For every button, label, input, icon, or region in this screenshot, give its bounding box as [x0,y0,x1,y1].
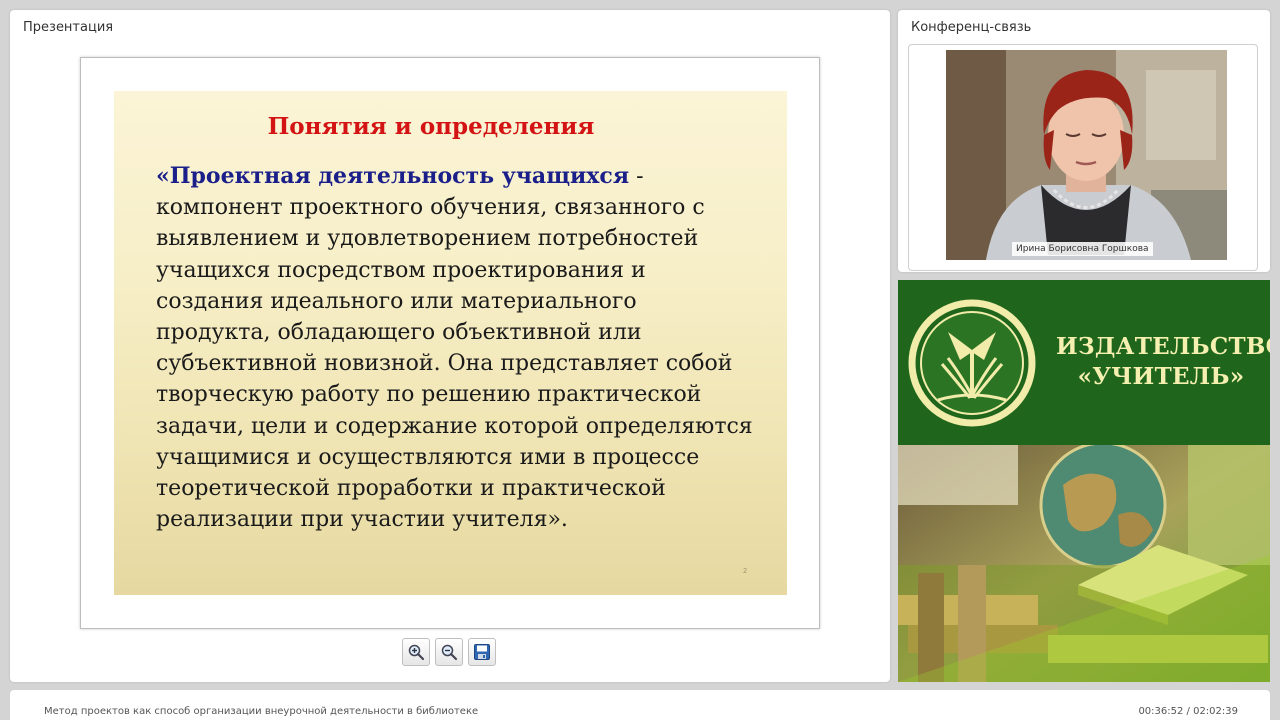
conference-panel: Конференц-связь Ирина Борисовна Горшкова [898,10,1270,272]
playback-time: 00:36:52 / 02:02:39 [1138,706,1238,717]
books-globe-image [898,441,1270,682]
slide-body: «Проектная деятельность учащихся - компо… [156,161,756,535]
webinar-title: Метод проектов как способ организации вн… [44,706,479,717]
video-container: Ирина Борисовна Горшкова [908,44,1258,271]
zoom-in-icon [408,644,425,661]
presentation-panel: Презентация Понятия и определения «Проек… [10,10,890,682]
publisher-banner-header: ИЗДАТЕЛЬСТВО «УЧИТЕЛЬ» [898,280,1270,445]
speaker-name-tag: Ирина Борисовна Горшкова [1012,242,1153,256]
publisher-logo-icon [908,299,1036,427]
slide-definition: - компонент проектного обучения, связанн… [156,164,753,533]
slide-frame: Понятия и определения «Проектная деятель… [80,57,820,629]
presentation-panel-title: Презентация [23,20,114,35]
publisher-name: ИЗДАТЕЛЬСТВО «УЧИТЕЛЬ» [1056,332,1270,392]
footer-bar: Метод проектов как способ организации вн… [10,690,1270,720]
zoom-out-button[interactable] [435,638,463,666]
conference-panel-title: Конференц-связь [911,20,1032,35]
zoom-in-button[interactable] [402,638,430,666]
save-button[interactable] [468,638,496,666]
publisher-name-line1: ИЗДАТЕЛЬСТВО [1056,333,1270,360]
books-globe-illustration [898,441,1270,682]
slide: Понятия и определения «Проектная деятель… [114,91,787,595]
floppy-disk-icon [474,644,490,660]
zoom-out-icon [441,644,458,661]
slide-toolbar [402,638,496,666]
slide-term: «Проектная деятельность учащихся [156,163,630,189]
publisher-banner[interactable]: ИЗДАТЕЛЬСТВО «УЧИТЕЛЬ» [898,280,1270,682]
slide-page-number: 2 [743,568,747,575]
speaker-figure [946,50,1227,260]
slide-heading: Понятия и определения [267,113,595,140]
publisher-name-line2: «УЧИТЕЛЬ» [1077,363,1245,390]
speaker-video[interactable]: Ирина Борисовна Горшкова [946,50,1227,260]
